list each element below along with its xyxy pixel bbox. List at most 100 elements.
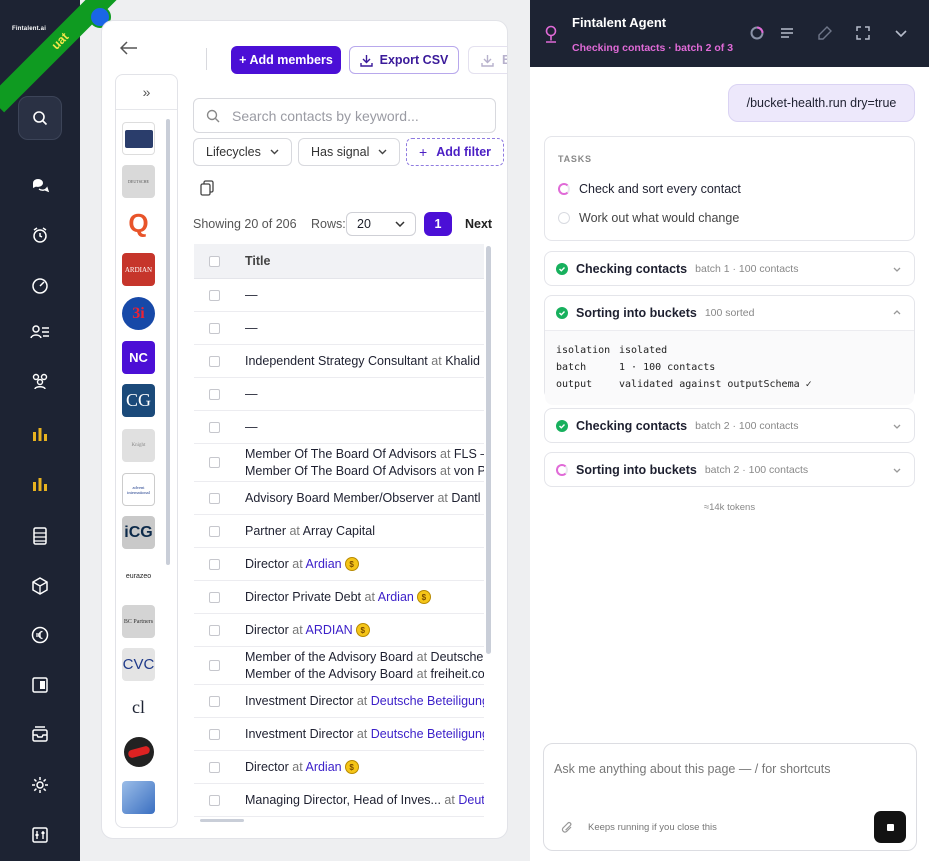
company-logo[interactable]: advent international [122,473,155,506]
rows-per-page-select[interactable]: 20 [346,212,416,236]
row-checkbox[interactable] [209,355,220,367]
step-card-expanded[interactable]: Sorting into buckets 100 sorted isolation… [544,295,915,405]
table-row[interactable]: Independent Strategy Consultant at Khali… [194,345,484,378]
company-logo[interactable] [122,122,155,155]
company-logo[interactable]: 3i [122,297,155,330]
row-checkbox[interactable] [209,558,220,570]
company-logo[interactable]: cl [122,691,155,724]
table-row[interactable]: Partner at Array Capital [194,515,484,548]
row-checkbox[interactable] [209,761,220,773]
table-row[interactable]: Director at Ardian $ [194,751,484,784]
chat-icon[interactable] [26,171,54,199]
table-row[interactable]: — [194,312,484,345]
add-filter-button[interactable]: + Add filter [406,138,505,166]
row-checkbox[interactable] [209,794,220,806]
row-checkbox[interactable] [209,728,220,740]
table-row[interactable]: Director at ARDIAN $ [194,614,484,647]
table-row[interactable]: — [194,279,484,312]
company-name[interactable]: ARDIAN [305,623,352,637]
layout-icon[interactable] [26,671,54,699]
row-checkbox[interactable] [209,660,220,671]
settings-icon[interactable] [26,771,54,799]
bell-icon[interactable] [26,221,54,249]
has-signal-filter[interactable]: Has signal [298,138,401,166]
company-logo[interactable]: CG [122,384,155,417]
row-checkbox[interactable] [209,421,220,433]
contacts-search[interactable] [193,98,496,133]
add-members-button[interactable]: + Add members [231,46,341,74]
step-card[interactable]: Checking contacts batch 1 · 100 contacts [544,251,915,286]
company-logo[interactable]: eurazeo [122,560,155,593]
stop-button[interactable] [874,811,906,843]
company-logo[interactable]: DEUTSCHE [122,165,155,198]
row-checkbox[interactable] [209,525,220,537]
company-logo[interactable]: Q [122,207,155,240]
export-csv-button[interactable]: Export CSV [349,46,459,74]
copy-icon[interactable] [200,180,214,196]
table-row[interactable]: Director Private Debt at Ardian $ [194,581,484,614]
row-checkbox[interactable] [209,322,220,334]
lifecycles-filter[interactable]: Lifecycles [193,138,292,166]
edit-icon[interactable] [816,24,834,42]
step-card[interactable]: Sorting into buckets batch 2 · 100 contac… [544,452,915,487]
export-button-2[interactable]: E [468,46,507,74]
company-logo[interactable]: NC [122,341,155,374]
row-checkbox[interactable] [209,457,220,468]
sliders-icon[interactable] [26,821,54,849]
step-card[interactable]: Checking contacts batch 2 · 100 contacts [544,408,915,443]
nav-search-button[interactable] [18,96,62,140]
back-arrow-icon[interactable] [120,41,138,55]
next-page-button[interactable]: Next [465,217,492,231]
table-row[interactable]: Member of the Advisory Board at Deutsche… [194,647,484,685]
company-logo[interactable]: ARDIAN [122,253,155,286]
company-logo[interactable]: CVC [122,648,155,681]
chart-icon[interactable] [26,420,54,448]
company-logo[interactable]: Knight [122,429,155,462]
cube-icon[interactable] [26,572,54,600]
menu-icon[interactable] [778,24,796,42]
table-row[interactable]: Managing Director, Head of Inves... at D… [194,784,484,817]
table-row[interactable]: Investment Director at Deutsche Beteilig… [194,718,484,751]
agent-message-input[interactable] [554,762,884,802]
company-logo[interactable]: BC Partners [122,605,155,638]
chart-icon[interactable] [26,470,54,498]
table-row[interactable]: Member Of The Board Of Advisors at FLS –… [194,444,484,482]
inbox-icon[interactable] [26,720,54,748]
company-name[interactable]: Ardian [305,557,341,571]
rail-scrollbar[interactable] [166,119,170,565]
company-logo[interactable]: iCG [122,516,155,549]
table-vertical-scrollbar[interactable] [486,246,491,654]
company-name[interactable]: Deut [458,793,484,807]
company-name[interactable]: Deutsche Beteiligung [371,727,484,741]
company-logo[interactable] [122,781,155,814]
table-row[interactable]: Advisory Board Member/Observer at Dantl [194,482,484,515]
company-name[interactable]: Ardian [378,590,414,604]
company-name[interactable]: Ardian [305,760,341,774]
contacts-icon[interactable] [26,318,54,346]
expand-icon[interactable] [854,24,872,42]
row-checkbox[interactable] [209,624,220,636]
chevron-down-icon[interactable] [892,24,910,42]
row-checkbox[interactable] [209,591,220,603]
title-column-header[interactable]: Title [245,254,270,268]
paperclip-icon[interactable] [560,821,574,835]
table-row[interactable]: — [194,411,484,444]
page-1-button[interactable]: 1 [424,212,452,236]
row-checkbox[interactable] [209,492,220,504]
row-checkbox[interactable] [209,289,220,301]
euro-icon[interactable] [26,621,54,649]
table-row[interactable]: Director at Ardian $ [194,548,484,581]
expand-rail-button[interactable]: » [116,75,177,110]
users-icon[interactable] [26,367,54,395]
table-horizontal-scrollbar[interactable] [200,819,244,822]
row-checkbox[interactable] [209,695,220,707]
table-row[interactable]: Investment Director at Deutsche Beteilig… [194,685,484,718]
search-input[interactable] [232,107,472,124]
select-all-checkbox[interactable] [209,255,220,267]
table-icon[interactable] [26,522,54,550]
dashboard-icon[interactable] [26,271,54,299]
company-name[interactable]: Deutsche Beteiligung [371,694,484,708]
row-checkbox[interactable] [209,388,220,400]
company-logo[interactable] [122,735,155,768]
table-row[interactable]: — [194,378,484,411]
